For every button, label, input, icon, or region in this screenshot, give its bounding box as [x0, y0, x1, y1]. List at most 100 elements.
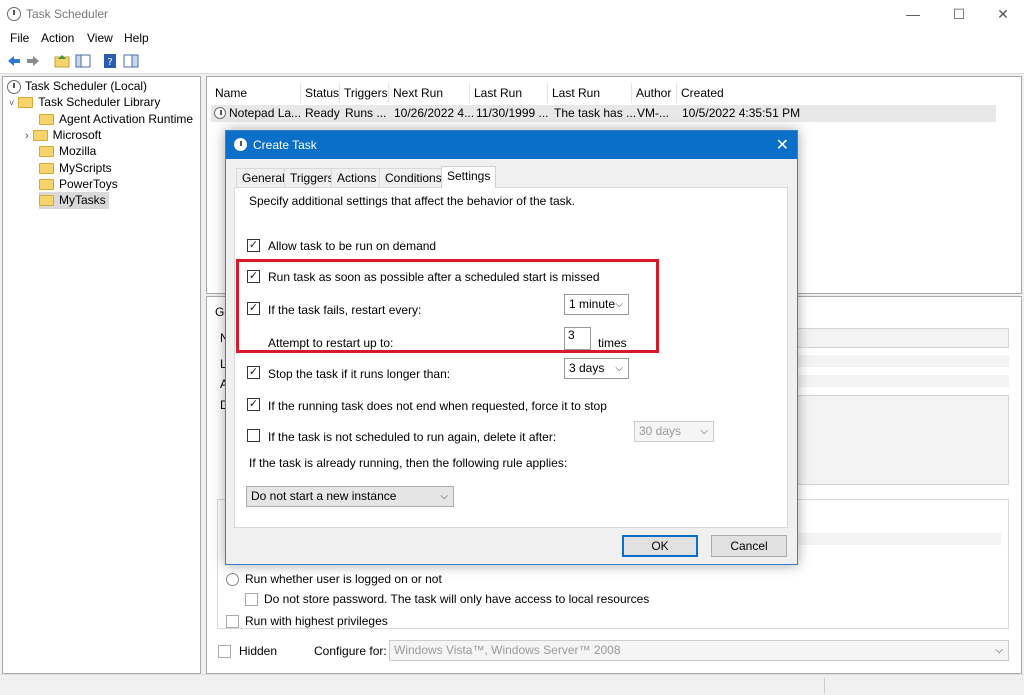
- checkbox-stop-if-longer[interactable]: ✓: [247, 366, 260, 379]
- ok-button[interactable]: OK: [622, 535, 698, 557]
- stop-duration-value: 3 days: [569, 361, 605, 375]
- status-bar: [0, 674, 1024, 695]
- tree-folder-label: Mozilla: [59, 144, 97, 158]
- menu-action[interactable]: Action: [41, 31, 74, 45]
- hidden-label: Hidden: [239, 644, 278, 658]
- menu-bar: File Action View Help: [0, 28, 1024, 48]
- window-title: Task Scheduler: [26, 7, 109, 21]
- title-bar: Task Scheduler — ☐ ✕: [0, 0, 1024, 28]
- folder-icon: [39, 114, 54, 126]
- detail-description-field: [797, 395, 1009, 485]
- chevron-down-icon: ⌵: [440, 491, 448, 502]
- up-folder-icon[interactable]: [54, 53, 70, 69]
- cell-last-result: The task has ...: [554, 106, 637, 120]
- menu-view[interactable]: View: [87, 31, 113, 45]
- highlight-box: [236, 259, 659, 353]
- tree-folder-mytasks[interactable]: MyTasks: [39, 192, 109, 209]
- menu-help[interactable]: Help: [124, 31, 149, 45]
- checkbox-delete-after[interactable]: [247, 429, 260, 442]
- column-header-last-result[interactable]: Last Run Result: [548, 83, 632, 120]
- chevron-right-icon[interactable]: ›: [25, 130, 29, 142]
- chevron-down-icon: ⌵: [995, 645, 1003, 656]
- column-header-next-run[interactable]: Next Run Time: [389, 83, 470, 120]
- folder-icon: [39, 163, 54, 175]
- column-header-author[interactable]: Author: [632, 83, 677, 103]
- checkbox-do-not-store-password[interactable]: [245, 593, 258, 606]
- tree-library[interactable]: ˅ Task Scheduler Library: [9, 94, 160, 111]
- checkbox-hidden[interactable]: [218, 645, 231, 658]
- running-rule-value: Do not start a new instance: [251, 489, 397, 503]
- maximize-button[interactable]: ☐: [936, 0, 982, 28]
- delete-after-label: If the task is not scheduled to run agai…: [268, 430, 557, 444]
- column-header-triggers[interactable]: Triggers: [340, 83, 389, 103]
- minimize-button[interactable]: —: [890, 0, 936, 28]
- tree-folder-label: PowerToys: [59, 177, 118, 191]
- close-button[interactable]: ✕: [980, 0, 1024, 28]
- back-icon[interactable]: [6, 53, 22, 69]
- radio-run-logged-on-or-not[interactable]: [226, 573, 239, 586]
- detail-name-field: [797, 328, 1009, 348]
- cell-triggers: Runs ...: [345, 106, 387, 120]
- tree-folder-label: MyScripts: [59, 161, 112, 175]
- help-icon[interactable]: ?: [102, 53, 118, 69]
- running-rule-label: If the task is already running, then the…: [249, 456, 568, 470]
- forward-icon[interactable]: [25, 53, 41, 69]
- tree-folder-powertoys[interactable]: PowerToys: [39, 176, 118, 193]
- tree-root[interactable]: Task Scheduler (Local): [7, 78, 147, 95]
- stop-duration-dropdown[interactable]: 3 days ⌵: [564, 358, 629, 379]
- tree-folder-label: Microsoft: [52, 128, 102, 142]
- show-hide-console-tree-icon[interactable]: [75, 53, 91, 69]
- configure-for-label: Configure for:: [314, 644, 387, 658]
- menu-file[interactable]: File: [10, 31, 29, 45]
- settings-description: Specify additional settings that affect …: [249, 194, 575, 208]
- tree-folder-microsoft[interactable]: › Microsoft: [25, 127, 101, 144]
- svg-text:?: ?: [107, 57, 112, 68]
- delete-after-dropdown[interactable]: 30 days ⌵: [634, 421, 714, 442]
- folder-icon: [39, 195, 54, 207]
- tab-conditions[interactable]: Conditions: [379, 168, 448, 187]
- tab-actions[interactable]: Actions: [331, 168, 383, 187]
- cell-next-run: 10/26/2022 4...: [394, 106, 475, 120]
- force-stop-label: If the running task does not end when re…: [268, 399, 607, 413]
- chevron-down-icon: ⌵: [700, 426, 708, 437]
- show-hide-action-pane-icon[interactable]: [123, 53, 139, 69]
- status-divider: [824, 678, 825, 693]
- checkbox-highest-privileges[interactable]: [226, 615, 239, 628]
- detail-location-field: [797, 355, 1009, 367]
- column-header-created[interactable]: Created: [677, 83, 997, 103]
- task-icon: [214, 107, 226, 119]
- toolbar: ?: [0, 48, 1024, 74]
- library-folder-icon: [18, 97, 34, 109]
- cell-author: VM-...: [637, 106, 669, 120]
- tree-library-label: Task Scheduler Library: [38, 95, 161, 109]
- column-header-status[interactable]: Status: [301, 83, 340, 103]
- checkbox-force-stop[interactable]: ✓: [247, 398, 260, 411]
- column-header-name[interactable]: Name: [211, 83, 301, 103]
- dialog-close-button[interactable]: ✕: [776, 135, 789, 155]
- allow-on-demand-label: Allow task to be run on demand: [268, 239, 437, 253]
- folder-icon: [39, 146, 54, 158]
- tree-folder-mozilla[interactable]: Mozilla: [39, 143, 96, 160]
- tree-folder-label: Agent Activation Runtime: [59, 112, 194, 126]
- table-row[interactable]: Notepad La... Ready Runs ... 10/26/2022 …: [211, 105, 996, 122]
- folder-icon: [39, 179, 54, 191]
- cell-name: Notepad La...: [229, 106, 302, 120]
- configure-for-value: Windows Vista™, Windows Server™ 2008: [394, 643, 621, 657]
- tree-folder-label: MyTasks: [59, 193, 106, 207]
- column-header-last-run[interactable]: Last Run Time: [470, 83, 548, 120]
- delete-after-value: 30 days: [639, 424, 682, 438]
- running-rule-dropdown[interactable]: Do not start a new instance ⌵: [246, 486, 454, 507]
- chevron-down-icon: ⌵: [615, 363, 623, 374]
- console-tree: Task Scheduler (Local) ˅ Task Scheduler L…: [2, 76, 201, 674]
- cancel-button[interactable]: Cancel: [711, 535, 787, 557]
- configure-for-dropdown[interactable]: Windows Vista™, Windows Server™ 2008 ⌵: [389, 640, 1009, 661]
- chevron-down-icon[interactable]: ˅: [9, 98, 14, 108]
- tree-folder-agent-activation-runtime[interactable]: Agent Activation Runtime: [39, 111, 193, 128]
- tree-folder-myscripts[interactable]: MyScripts: [39, 160, 112, 177]
- checkbox-allow-on-demand[interactable]: ✓: [247, 239, 260, 252]
- cell-created: 10/5/2022 4:35:51 PM: [682, 106, 801, 120]
- radio-run-logged-on-or-not-label: Run whether user is logged on or not: [245, 572, 442, 586]
- tab-general[interactable]: General: [236, 168, 291, 187]
- do-not-store-password-label: Do not store password. The task will onl…: [264, 592, 650, 606]
- tab-settings[interactable]: Settings: [441, 166, 497, 188]
